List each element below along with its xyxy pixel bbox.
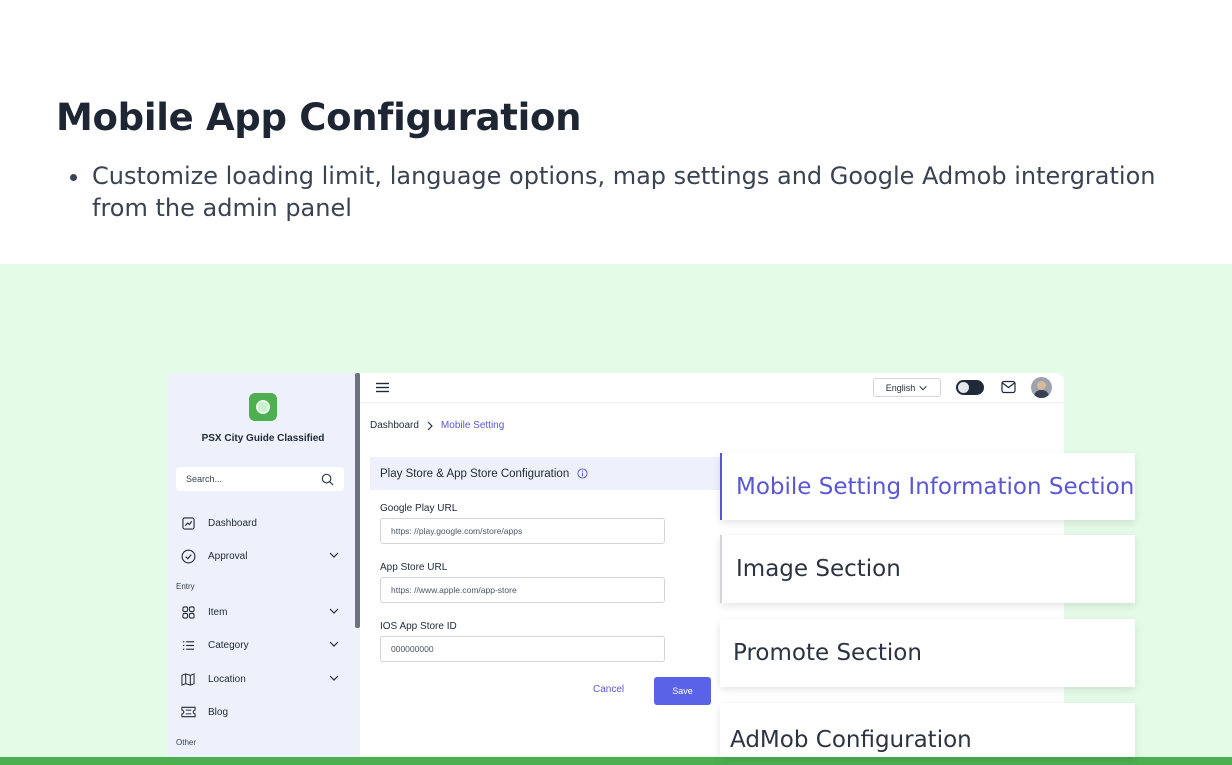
language-select[interactable]: English [873,378,941,397]
form-section-title: Play Store & App Store Configuration [380,467,570,480]
topbar: English [360,373,1064,403]
info-icon[interactable] [577,468,588,479]
language-value: English [885,382,916,393]
sidebar-item-label: Item [208,606,228,618]
sidebar-item-label: Location [208,673,246,685]
chevron-down-icon [919,385,927,390]
card-admob-configuration[interactable]: AdMob Configuration [720,703,1135,757]
feature-list: Customize loading limit, language option… [70,160,1170,224]
breadcrumb-current: Mobile Setting [440,420,505,431]
save-button[interactable]: Save [654,677,711,705]
theme-toggle[interactable] [956,380,984,395]
menu-icon[interactable] [376,382,389,393]
card-image-section[interactable]: Image Section [720,535,1135,603]
sidebar-item-label: Approval [208,550,248,562]
page: Mobile App Configuration Customize loadi… [0,0,1232,765]
sun-icon [958,382,969,393]
sidebar-item-dashboard[interactable]: Dashboard [180,513,340,533]
chevron-down-icon[interactable] [328,549,340,561]
card-promote-section[interactable]: Promote Section [720,619,1135,687]
grid-icon [180,604,196,620]
search-icon[interactable] [321,473,334,486]
avatar[interactable] [1031,377,1052,398]
app-store-url-label: App Store URL [380,562,448,573]
app-name: PSX City Guide Classified [201,433,325,444]
card-mobile-setting-info[interactable]: Mobile Setting Information Section [720,453,1135,520]
nav-group-entry: Entry [176,582,195,591]
mail-icon[interactable] [1001,380,1016,394]
sidebar-item-location[interactable]: Location [180,669,340,689]
list-icon [180,637,196,653]
app-store-url-field[interactable]: https: //www.apple.com/app-store [380,577,665,603]
sidebar-item-label: Category [208,639,249,651]
search-placeholder: Search... [186,474,223,484]
sidebar-scrollbar[interactable] [355,373,360,628]
chart-icon [180,515,196,531]
sidebar-item-label: Blog [208,706,229,718]
ios-app-store-id-label: IOS App Store ID [380,621,457,632]
chevron-down-icon[interactable] [328,605,340,617]
google-play-url-field[interactable]: https: //play.google.com/store/apps [380,518,665,544]
sidebar-item-blog[interactable]: Blog [180,702,340,722]
cancel-button[interactable]: Cancel [593,684,624,695]
app-logo[interactable] [249,393,277,421]
nav-group-other: Other [176,738,197,747]
feature-item: Customize loading limit, language option… [70,160,1170,224]
sidebar-item-label: Dashboard [208,517,257,529]
breadcrumb-root[interactable]: Dashboard [370,420,419,431]
chevron-right-icon [427,421,433,430]
sidebar-search[interactable]: Search... [176,467,344,491]
band-bottom-line [0,757,1232,765]
sidebar-item-category[interactable]: Category [180,635,340,655]
sidebar-item-approval[interactable]: Approval [180,546,340,566]
form-section-header: Play Store & App Store Configuration [370,457,720,490]
ticket-icon [180,704,196,720]
google-play-url-label: Google Play URL [380,503,458,514]
chevron-down-icon[interactable] [328,638,340,650]
page-title: Mobile App Configuration [56,96,582,139]
ios-app-store-id-field[interactable]: 000000000 [380,636,665,662]
breadcrumb: Dashboard Mobile Setting [370,420,504,431]
sidebar: PSX City Guide Classified Search... Dash… [168,373,360,757]
chevron-down-icon[interactable] [328,672,340,684]
check-circle-icon [180,548,196,564]
sidebar-item-item[interactable]: Item [180,602,340,622]
map-icon [180,671,196,687]
